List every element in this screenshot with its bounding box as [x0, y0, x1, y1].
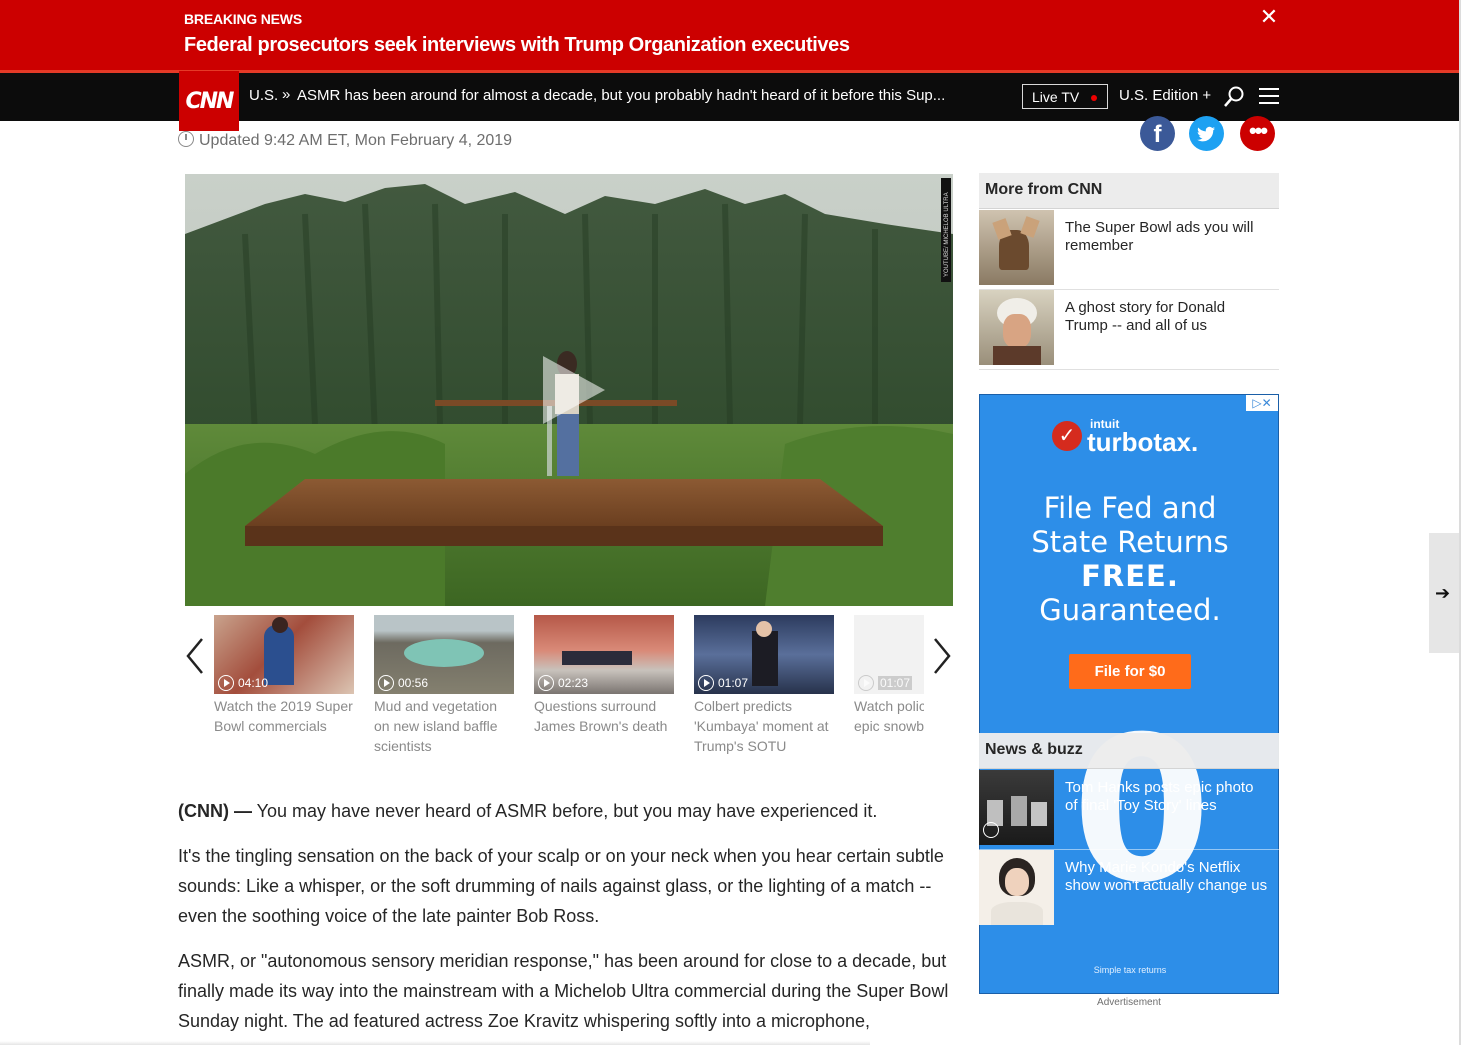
nav-section-link[interactable]: U.S.	[249, 87, 278, 104]
clock-icon	[178, 131, 194, 147]
rail-item-title: The Super Bowl ads you will remember	[1065, 219, 1254, 254]
play-icon	[698, 675, 714, 691]
carousel-item[interactable]: 02:23 Questions surround James Brown's d…	[534, 615, 675, 736]
article-paragraph: (CNN) — You may have never heard of ASMR…	[178, 801, 878, 821]
ad-tagline: Simple tax returns	[1093, 965, 1167, 975]
video-carousel: 04:10 Watch the 2019 Super Bowl commerci…	[214, 615, 924, 765]
carousel-thumbnail: 02:23	[534, 615, 674, 694]
checkmark-icon: ✓	[1052, 421, 1082, 451]
live-tv-label: Live TV	[1032, 89, 1080, 105]
ad-cta-button[interactable]: File for $0	[1069, 654, 1191, 689]
ad-brand: turbotax.	[1087, 427, 1199, 457]
rail-item-title: A ghost story for Donald Trump -- and al…	[1065, 299, 1226, 334]
next-article-tab[interactable]: ➔	[1429, 533, 1461, 653]
carousel-item[interactable]: 01:07 Colbert predicts 'Kumbaya' moment …	[694, 615, 835, 756]
adchoices-icon[interactable]: ▷✕	[1246, 395, 1278, 411]
nav-breadcrumb-separator: »	[282, 86, 291, 103]
carousel-item[interactable]: 00:56 Mud and vegetation on new island b…	[374, 615, 515, 756]
more-from-cnn-item[interactable]: The Super Bowl ads you will remember	[979, 210, 1279, 290]
twitter-share-icon[interactable]	[1189, 116, 1224, 151]
play-icon	[378, 675, 394, 691]
facebook-share-icon[interactable]: f	[1140, 116, 1175, 151]
chevron-right-icon[interactable]	[931, 636, 953, 676]
hamburger-menu-icon[interactable]	[1259, 88, 1279, 104]
nav-article-title: ASMR has been around for almost a decade…	[297, 87, 946, 104]
updated-timestamp: Updated 9:42 AM ET, Mon February 4, 2019	[178, 131, 512, 150]
carousel-item[interactable]: 04:10 Watch the 2019 Super Bowl commerci…	[214, 615, 355, 736]
video-duration: 02:23	[538, 675, 588, 691]
video-credit-text: YOUTUBE/ MICHELOB ULTRA	[944, 192, 950, 277]
carousel-caption: Colbert predicts 'Kumbaya' moment at Tru…	[694, 698, 829, 754]
rail-thumbnail	[979, 850, 1054, 925]
play-icon[interactable]	[537, 352, 609, 428]
updated-text: Updated 9:42 AM ET, Mon February 4, 2019	[199, 132, 513, 149]
play-icon	[538, 675, 554, 691]
news-buzz-item[interactable]: Why Marie Kondo's Netflix show won't act…	[979, 850, 1279, 930]
close-icon[interactable]: ✕	[1258, 6, 1280, 28]
live-indicator-dot	[1091, 95, 1097, 101]
video-credit: YOUTUBE/ MICHELOB ULTRA	[941, 178, 951, 282]
news-buzz-item[interactable]: Tom Hanks posts epic photo of final 'Toy…	[979, 770, 1279, 850]
rail-thumbnail	[979, 210, 1054, 285]
rail-item-title: Tom Hanks posts epic photo of final 'Toy…	[1065, 779, 1254, 814]
search-icon[interactable]	[1222, 85, 1246, 109]
carousel-caption: Watch police have epic snowball fight	[854, 698, 924, 734]
arrow-right-icon: ➔	[1435, 583, 1451, 603]
dateline: (CNN) —	[178, 801, 252, 821]
ad-headline: File Fed and State Returns FREE. Guarant…	[1031, 491, 1229, 627]
carousel-caption: Watch the 2019 Super Bowl commercials	[214, 698, 353, 734]
breaking-news-headline[interactable]: Federal prosecutors seek interviews with…	[184, 34, 850, 57]
chevron-left-icon[interactable]	[184, 636, 206, 676]
video-player[interactable]: YOUTUBE/ MICHELOB ULTRA	[185, 174, 953, 606]
live-tv-button[interactable]: Live TV	[1022, 84, 1108, 109]
carousel-thumbnail: 01:07	[854, 615, 924, 694]
carousel-item[interactable]: 01:07 Watch police have epic snowball fi…	[854, 615, 924, 736]
rail-item-title: Why Marie Kondo's Netflix show won't act…	[1065, 859, 1268, 894]
carousel-caption: Questions surround James Brown's death	[534, 698, 668, 734]
breaking-news-kicker: BREAKING NEWS	[184, 11, 302, 27]
cnn-logo[interactable]: CNN	[179, 71, 239, 131]
play-icon	[218, 675, 234, 691]
more-from-cnn-item[interactable]: A ghost story for Donald Trump -- and al…	[979, 290, 1279, 370]
carousel-thumbnail: 01:07	[694, 615, 834, 694]
advertisement-label: Advertisement	[1097, 997, 1161, 1008]
more-share-icon[interactable]: •••	[1240, 116, 1275, 151]
carousel-thumbnail: 04:10	[214, 615, 354, 694]
rail-thumbnail	[979, 770, 1054, 845]
play-icon	[983, 822, 999, 838]
breaking-news-banner: BREAKING NEWS Federal prosecutors seek i…	[0, 0, 1461, 70]
video-duration: 04:10	[218, 675, 268, 691]
article-body: (CNN) — You may have never heard of ASMR…	[178, 796, 960, 1045]
cnn-logo-text: CNN	[185, 88, 235, 114]
news-and-buzz-header: News & buzz	[979, 733, 1279, 769]
carousel-caption: Mud and vegetation on new island baffle …	[374, 698, 498, 754]
edition-selector[interactable]: U.S. Edition +	[1119, 87, 1211, 104]
video-duration: 01:07	[858, 675, 913, 691]
rail-thumbnail	[979, 290, 1054, 365]
video-duration: 00:56	[378, 675, 428, 691]
video-duration: 01:07	[698, 675, 748, 691]
play-icon	[858, 675, 874, 691]
bottom-fade	[0, 1041, 870, 1045]
more-from-cnn-header: More from CNN	[979, 173, 1279, 209]
article-paragraph: It's the tingling sensation on the back …	[178, 846, 944, 926]
article-paragraph: ASMR, or "autonomous sensory meridian re…	[178, 951, 949, 1031]
carousel-thumbnail: 00:56	[374, 615, 514, 694]
